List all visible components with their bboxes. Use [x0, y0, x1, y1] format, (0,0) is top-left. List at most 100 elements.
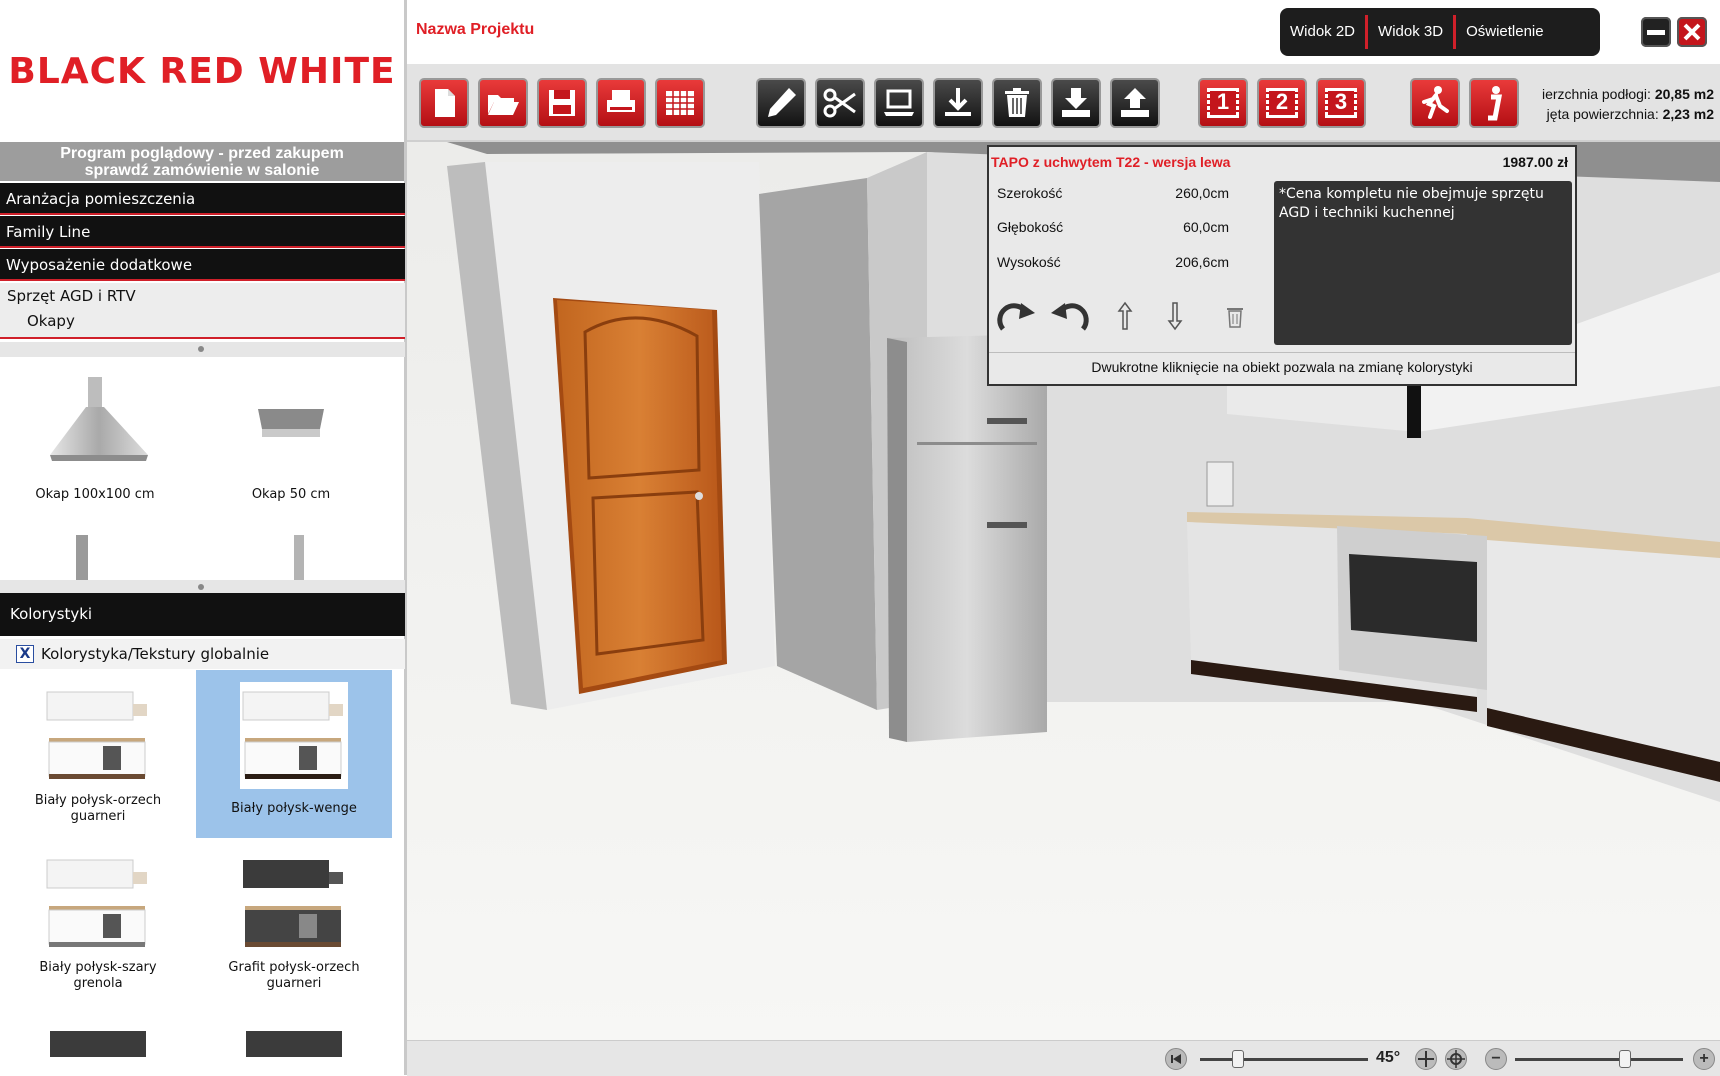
swatch-label-line2: guarneri [70, 809, 126, 824]
view-1-button[interactable]: 1 [1198, 78, 1248, 128]
brand-logo: BLACK RED WHITE [0, 0, 404, 142]
minimize-button[interactable] [1641, 17, 1671, 47]
lighting-button[interactable]: Oświetlenie [1456, 15, 1554, 49]
swatch-label-line2: guarneri [266, 976, 322, 991]
zoom-in-button[interactable]: + [1693, 1048, 1715, 1070]
move-down-icon[interactable] [1167, 301, 1183, 331]
width-label: Szerokość [997, 185, 1063, 201]
new-file-icon [435, 89, 455, 117]
swatch-label-line1: Biały połysk-szary [39, 960, 157, 975]
view-3-button[interactable]: 3 [1316, 78, 1366, 128]
walk-icon [1422, 86, 1449, 119]
used-area-label: jęta powierzchnia: [1546, 106, 1659, 122]
rewind-icon [1171, 1054, 1181, 1064]
swatch-bialy-orzech[interactable]: Biały połysk-orzech guarneri [0, 670, 196, 838]
price-list-button[interactable] [655, 78, 705, 128]
menu-item-family-line[interactable]: Family Line [0, 216, 405, 248]
height-value: 206,6cm [1175, 254, 1229, 270]
kitchen-thumbnail-icon [246, 1031, 342, 1057]
splitter-grip [198, 584, 204, 590]
notice-line-2: sprawdź zamówienie w salonie [84, 162, 320, 179]
download-button[interactable] [933, 78, 983, 128]
swatch-grafit-orzech[interactable]: Grafit połysk-orzech guarneri [196, 838, 392, 1006]
rotation-slider[interactable] [1200, 1058, 1368, 1061]
center-view-button[interactable] [1445, 1048, 1467, 1070]
swatch-bialy-szary[interactable]: Biały połysk-szary grenola [0, 838, 196, 1006]
rotate-left-icon[interactable] [1049, 299, 1091, 335]
new-project-button[interactable] [419, 78, 469, 128]
left-panel: BLACK RED WHITE Program poglądowy - prze… [0, 0, 407, 1075]
open-folder-icon [488, 95, 519, 115]
object-price: 1987.00 zł [1502, 154, 1568, 170]
project-name[interactable]: Nazwa Projektu [416, 21, 534, 39]
close-button[interactable] [1677, 17, 1707, 47]
product-okap-50[interactable]: Okap 50 cm [196, 357, 391, 507]
view-switcher: Widok 2D Widok 3D Oświetlenie [1280, 8, 1600, 56]
move-icon [1418, 1051, 1434, 1067]
pencil-icon [768, 88, 796, 117]
notice-banner: Program poglądowy - przed zakupem sprawd… [0, 142, 404, 181]
swatch-label-line1: Biały połysk-orzech [34, 793, 162, 808]
product-label: Okap 100x100 cm [35, 487, 155, 502]
view-2-number: 2 [1275, 89, 1289, 114]
kolorystyki-header[interactable]: Kolorystyki [0, 593, 405, 636]
save-project-button[interactable] [537, 78, 587, 128]
delete-object-icon[interactable] [1225, 305, 1245, 329]
kitchen-thumbnail-icon [243, 860, 343, 947]
global-textures-row[interactable]: X Kolorystyka/Tekstury globalnie [0, 639, 405, 669]
rotation-angle: 45° [1376, 1049, 1401, 1066]
view-3-number: 3 [1334, 89, 1348, 114]
splitter-grip [198, 346, 204, 352]
floor-area-label: ierzchnia podłogi: [1541, 86, 1651, 102]
depth-value: 60,0cm [1183, 219, 1229, 235]
used-area-value: 2,23 m2 [1662, 106, 1714, 122]
walk-mode-button[interactable] [1410, 78, 1460, 128]
view-2d-button[interactable]: Widok 2D [1280, 15, 1365, 49]
logo-text: BLACK RED WHITE [8, 50, 396, 92]
open-project-button[interactable] [478, 78, 528, 128]
export-button[interactable] [1110, 78, 1160, 128]
panel-splitter[interactable] [0, 342, 405, 357]
object-title: TAPO z uchwytem T22 - wersja lewa [991, 154, 1231, 170]
product-okap-100[interactable]: Okap 100x100 cm [0, 357, 195, 507]
menu-item-wyposazenie[interactable]: Wyposażenie dodatkowe [0, 249, 405, 281]
delete-button[interactable] [992, 78, 1042, 128]
width-value: 260,0cm [1175, 185, 1229, 201]
product-label: Okap 50 cm [251, 487, 331, 502]
download-icon [945, 88, 971, 116]
menu-item-aranzacja[interactable]: Aranżacja pomieszczenia [0, 183, 405, 215]
price-note: *Cena kompletu nie obejmuje sprzętu AGD … [1274, 181, 1572, 345]
draw-button[interactable] [756, 78, 806, 128]
submenu-parent[interactable]: Sprzęt AGD i RTV [7, 287, 136, 305]
pan-button[interactable] [1415, 1048, 1437, 1070]
notice-line-1: Program poglądowy - przed zakupem [60, 145, 344, 162]
export-icon [1121, 88, 1149, 117]
info-button[interactable] [1469, 78, 1519, 128]
kitchen-thumbnail-icon [46, 859, 147, 947]
reset-rotation-button[interactable] [1165, 1048, 1187, 1070]
submenu-child-okapy[interactable]: Okapy [27, 312, 75, 330]
computer-button[interactable] [874, 78, 924, 128]
import-icon [1062, 88, 1090, 117]
print-button[interactable] [596, 78, 646, 128]
swatch-bialy-wenge[interactable]: Biały połysk-wenge [196, 670, 392, 838]
monitor-icon [884, 89, 914, 116]
rotation-slider-knob[interactable] [1232, 1050, 1244, 1068]
zoom-slider-knob[interactable] [1619, 1050, 1631, 1068]
global-textures-checkbox[interactable]: X [16, 645, 34, 663]
product-list: Okap 100x100 cm Okap 50 cm [0, 357, 392, 582]
table-icon [666, 91, 694, 115]
move-up-icon[interactable] [1117, 301, 1133, 331]
cut-button[interactable] [815, 78, 865, 128]
import-button[interactable] [1051, 78, 1101, 128]
floor-area-value: 20,85 m2 [1654, 86, 1714, 102]
kitchen-thumbnail-icon [46, 691, 147, 779]
rotate-right-icon[interactable] [995, 299, 1037, 335]
view-3d-button[interactable]: Widok 3D [1368, 15, 1453, 49]
close-icon [1683, 23, 1701, 41]
save-icon [549, 90, 575, 116]
zoom-slider[interactable] [1515, 1058, 1683, 1061]
view-2-button[interactable]: 2 [1257, 78, 1307, 128]
zoom-out-button[interactable]: − [1485, 1048, 1507, 1070]
trash-icon [1005, 88, 1029, 117]
